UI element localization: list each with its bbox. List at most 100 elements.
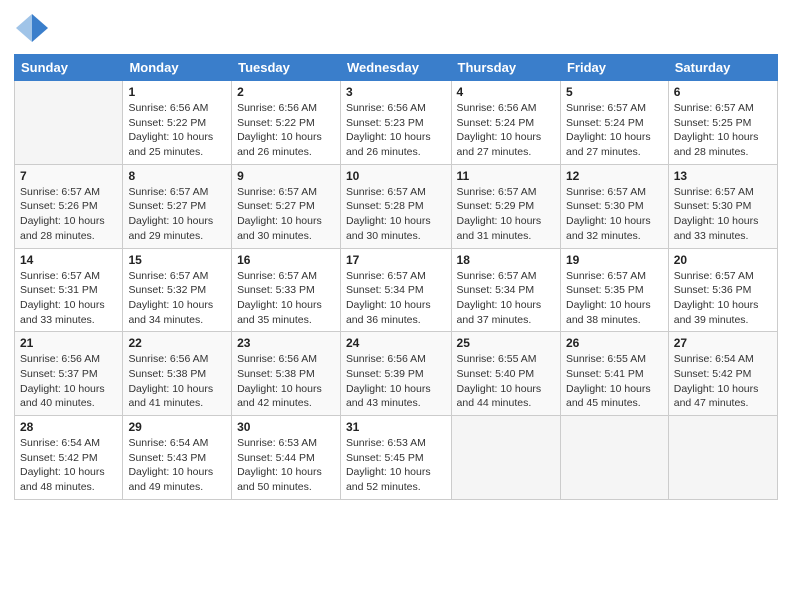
day-number: 19 <box>566 253 663 267</box>
day-number: 16 <box>237 253 335 267</box>
calendar-cell: 16 Sunrise: 6:57 AMSunset: 5:33 PMDayligh… <box>232 248 341 332</box>
calendar-cell: 15Sunrise: 6:57 AMSunset: 5:32 PMDayligh… <box>123 248 232 332</box>
day-info: Sunrise: 6:57 AMSunset: 5:27 PMDaylight:… <box>237 185 335 244</box>
calendar-cell: 1Sunrise: 6:56 AMSunset: 5:22 PMDaylight… <box>123 81 232 165</box>
day-number: 2 <box>237 85 335 99</box>
day-number: 3 <box>346 85 446 99</box>
day-info: Sunrise: 6:54 AMSunset: 5:42 PMDaylight:… <box>674 352 772 411</box>
day-number: 29 <box>128 420 226 434</box>
calendar-cell: 7 Sunrise: 6:57 AMSunset: 5:26 PMDaylight… <box>15 164 123 248</box>
calendar-cell: 12 Sunrise: 6:57 AMSunset: 5:30 PMDayligh… <box>560 164 668 248</box>
day-info: Sunrise: 6:57 AMSunset: 5:24 PMDaylight:… <box>566 101 663 160</box>
calendar-cell: 23 Sunrise: 6:56 AMSunset: 5:38 PMDayligh… <box>232 332 341 416</box>
day-number: 7 <box>20 169 117 183</box>
calendar-cell <box>668 416 777 500</box>
day-number: 18 <box>457 253 555 267</box>
day-number: 4 <box>457 85 555 99</box>
day-info: Sunrise: 6:57 AMSunset: 5:25 PMDaylight:… <box>674 101 772 160</box>
day-number: 13 <box>674 169 772 183</box>
calendar-cell: 25 Sunrise: 6:55 AMSunset: 5:40 PMDayligh… <box>451 332 560 416</box>
day-info: Sunrise: 6:57 AMSunset: 5:28 PMDaylight:… <box>346 185 446 244</box>
day-number: 24 <box>346 336 446 350</box>
day-number: 21 <box>20 336 117 350</box>
day-number: 25 <box>457 336 555 350</box>
day-number: 31 <box>346 420 446 434</box>
day-number: 6 <box>674 85 772 99</box>
day-number: 8 <box>128 169 226 183</box>
day-info: Sunrise: 6:53 AMSunset: 5:44 PMDaylight:… <box>237 436 335 495</box>
day-info: Sunrise: 6:56 AMSunset: 5:24 PMDaylight:… <box>457 101 555 160</box>
day-info: Sunrise: 6:57 AMSunset: 5:31 PMDaylight:… <box>20 269 117 328</box>
calendar-cell: 14 Sunrise: 6:57 AMSunset: 5:31 PMDayligh… <box>15 248 123 332</box>
day-info: Sunrise: 6:54 AMSunset: 5:43 PMDaylight:… <box>128 436 226 495</box>
calendar-cell <box>560 416 668 500</box>
calendar-cell: 24 Sunrise: 6:56 AMSunset: 5:39 PMDayligh… <box>340 332 451 416</box>
calendar-week-row: 14 Sunrise: 6:57 AMSunset: 5:31 PMDayligh… <box>15 248 778 332</box>
calendar-header-row: SundayMondayTuesdayWednesdayThursdayFrid… <box>15 55 778 81</box>
day-number: 26 <box>566 336 663 350</box>
calendar-cell: 22 Sunrise: 6:56 AMSunset: 5:38 PMDayligh… <box>123 332 232 416</box>
day-number: 12 <box>566 169 663 183</box>
calendar-table: SundayMondayTuesdayWednesdayThursdayFrid… <box>14 54 778 500</box>
day-info: Sunrise: 6:57 AMSunset: 5:35 PMDaylight:… <box>566 269 663 328</box>
calendar-cell <box>15 81 123 165</box>
calendar-header-sunday: Sunday <box>15 55 123 81</box>
day-info: Sunrise: 6:56 AMSunset: 5:39 PMDaylight:… <box>346 352 446 411</box>
calendar-cell <box>451 416 560 500</box>
day-number: 14 <box>20 253 117 267</box>
calendar-cell: 3 Sunrise: 6:56 AMSunset: 5:23 PMDaylight… <box>340 81 451 165</box>
calendar-header-monday: Monday <box>123 55 232 81</box>
day-number: 5 <box>566 85 663 99</box>
day-number: 17 <box>346 253 446 267</box>
calendar-cell: 10 Sunrise: 6:57 AMSunset: 5:28 PMDayligh… <box>340 164 451 248</box>
calendar-cell: 11Sunrise: 6:57 AMSunset: 5:29 PMDayligh… <box>451 164 560 248</box>
day-info: Sunrise: 6:56 AMSunset: 5:38 PMDaylight:… <box>237 352 335 411</box>
day-number: 27 <box>674 336 772 350</box>
calendar-cell: 9 Sunrise: 6:57 AMSunset: 5:27 PMDaylight… <box>232 164 341 248</box>
calendar-header-friday: Friday <box>560 55 668 81</box>
day-info: Sunrise: 6:56 AMSunset: 5:38 PMDaylight:… <box>128 352 226 411</box>
day-info: Sunrise: 6:56 AMSunset: 5:23 PMDaylight:… <box>346 101 446 160</box>
day-info: Sunrise: 6:56 AMSunset: 5:37 PMDaylight:… <box>20 352 117 411</box>
day-info: Sunrise: 6:57 AMSunset: 5:33 PMDaylight:… <box>237 269 335 328</box>
calendar-cell: 18Sunrise: 6:57 AMSunset: 5:34 PMDayligh… <box>451 248 560 332</box>
calendar-header-saturday: Saturday <box>668 55 777 81</box>
day-number: 20 <box>674 253 772 267</box>
day-info: Sunrise: 6:57 AMSunset: 5:30 PMDaylight:… <box>566 185 663 244</box>
calendar-cell: 2 Sunrise: 6:56 AMSunset: 5:22 PMDaylight… <box>232 81 341 165</box>
day-info: Sunrise: 6:56 AMSunset: 5:22 PMDaylight:… <box>128 101 226 160</box>
calendar-cell: 5 Sunrise: 6:57 AMSunset: 5:24 PMDaylight… <box>560 81 668 165</box>
logo-icon <box>14 10 50 46</box>
day-number: 15 <box>128 253 226 267</box>
calendar-header-tuesday: Tuesday <box>232 55 341 81</box>
day-info: Sunrise: 6:57 AMSunset: 5:34 PMDaylight:… <box>346 269 446 328</box>
day-number: 22 <box>128 336 226 350</box>
calendar-cell: 8 Sunrise: 6:57 AMSunset: 5:27 PMDaylight… <box>123 164 232 248</box>
calendar-cell: 13Sunrise: 6:57 AMSunset: 5:30 PMDayligh… <box>668 164 777 248</box>
header <box>14 10 778 46</box>
day-info: Sunrise: 6:56 AMSunset: 5:22 PMDaylight:… <box>237 101 335 160</box>
day-info: Sunrise: 6:57 AMSunset: 5:26 PMDaylight:… <box>20 185 117 244</box>
calendar-header-wednesday: Wednesday <box>340 55 451 81</box>
calendar-cell: 27 Sunrise: 6:54 AMSunset: 5:42 PMDayligh… <box>668 332 777 416</box>
day-info: Sunrise: 6:55 AMSunset: 5:41 PMDaylight:… <box>566 352 663 411</box>
calendar-cell: 26 Sunrise: 6:55 AMSunset: 5:41 PMDayligh… <box>560 332 668 416</box>
calendar-cell: 31 Sunrise: 6:53 AMSunset: 5:45 PMDayligh… <box>340 416 451 500</box>
day-info: Sunrise: 6:57 AMSunset: 5:27 PMDaylight:… <box>128 185 226 244</box>
day-info: Sunrise: 6:53 AMSunset: 5:45 PMDaylight:… <box>346 436 446 495</box>
day-number: 9 <box>237 169 335 183</box>
day-number: 23 <box>237 336 335 350</box>
page: SundayMondayTuesdayWednesdayThursdayFrid… <box>0 0 792 612</box>
calendar-week-row: 21 Sunrise: 6:56 AMSunset: 5:37 PMDayligh… <box>15 332 778 416</box>
calendar-header-thursday: Thursday <box>451 55 560 81</box>
calendar-cell: 4 Sunrise: 6:56 AMSunset: 5:24 PMDaylight… <box>451 81 560 165</box>
day-info: Sunrise: 6:57 AMSunset: 5:36 PMDaylight:… <box>674 269 772 328</box>
day-number: 30 <box>237 420 335 434</box>
day-number: 10 <box>346 169 446 183</box>
calendar-cell: 30 Sunrise: 6:53 AMSunset: 5:44 PMDayligh… <box>232 416 341 500</box>
calendar-cell: 19 Sunrise: 6:57 AMSunset: 5:35 PMDayligh… <box>560 248 668 332</box>
calendar-cell: 28Sunrise: 6:54 AMSunset: 5:42 PMDayligh… <box>15 416 123 500</box>
calendar-cell: 21 Sunrise: 6:56 AMSunset: 5:37 PMDayligh… <box>15 332 123 416</box>
day-info: Sunrise: 6:55 AMSunset: 5:40 PMDaylight:… <box>457 352 555 411</box>
calendar-cell: 20 Sunrise: 6:57 AMSunset: 5:36 PMDayligh… <box>668 248 777 332</box>
